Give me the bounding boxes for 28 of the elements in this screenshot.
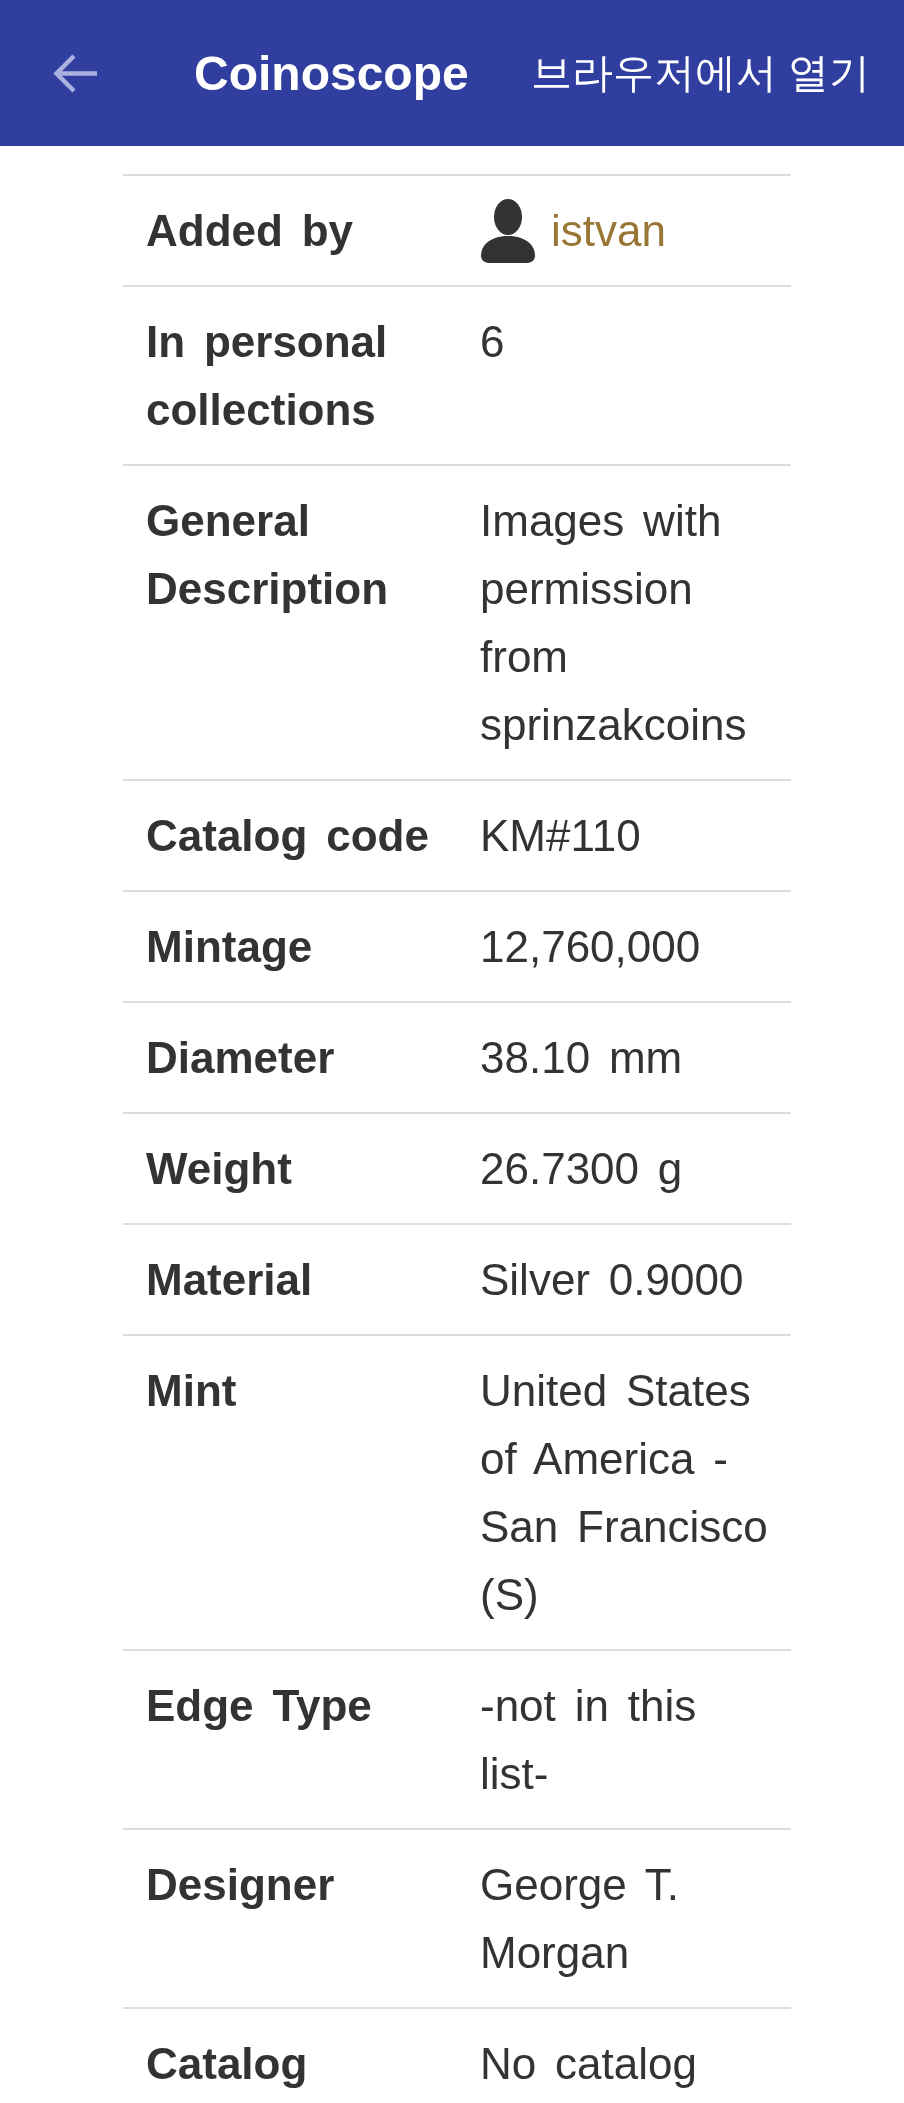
detail-label: Catalog code xyxy=(145,810,430,862)
detail-label: Catalog xyxy=(145,2038,309,2090)
detail-label: Material xyxy=(145,1254,314,1306)
detail-label: Weight xyxy=(145,1143,293,1195)
detail-label: Edge Type xyxy=(145,1680,373,1732)
detail-label: In personal collections xyxy=(145,316,389,436)
detail-value: George T. Morgan xyxy=(479,1859,680,1979)
detail-value: 26.7300 g xyxy=(479,1143,684,1195)
detail-label: Diameter xyxy=(145,1032,336,1084)
detail-label: Added by xyxy=(145,205,355,257)
detail-value: 6 xyxy=(479,316,506,368)
detail-label: General Description xyxy=(145,495,390,615)
detail-value: United States of America - San Francisco (S) xyxy=(479,1365,769,1621)
detail-value: No catalog xyxy=(479,2038,698,2090)
detail-label: Mint xyxy=(145,1365,238,1417)
app-title: Coinoscope xyxy=(194,45,469,101)
username-link[interactable]: istvan xyxy=(551,197,666,265)
detail-value: -not in this list- xyxy=(479,1680,698,1800)
detail-label: Mintage xyxy=(145,921,314,973)
open-in-browser-button[interactable]: 브라우저에서 열기 xyxy=(530,45,870,101)
arrow-left-icon[interactable] xyxy=(53,52,97,94)
detail-value: 12,760,000 xyxy=(479,921,702,973)
detail-value: Images with permission from sprinzakcoins xyxy=(479,495,748,751)
detail-value: KM#110 xyxy=(479,810,642,862)
detail-label: Designer xyxy=(145,1859,336,1911)
detail-value: Silver 0.9000 xyxy=(479,1254,745,1306)
detail-value: 38.10 mm xyxy=(479,1032,684,1084)
user-silhouette-icon xyxy=(480,199,536,263)
